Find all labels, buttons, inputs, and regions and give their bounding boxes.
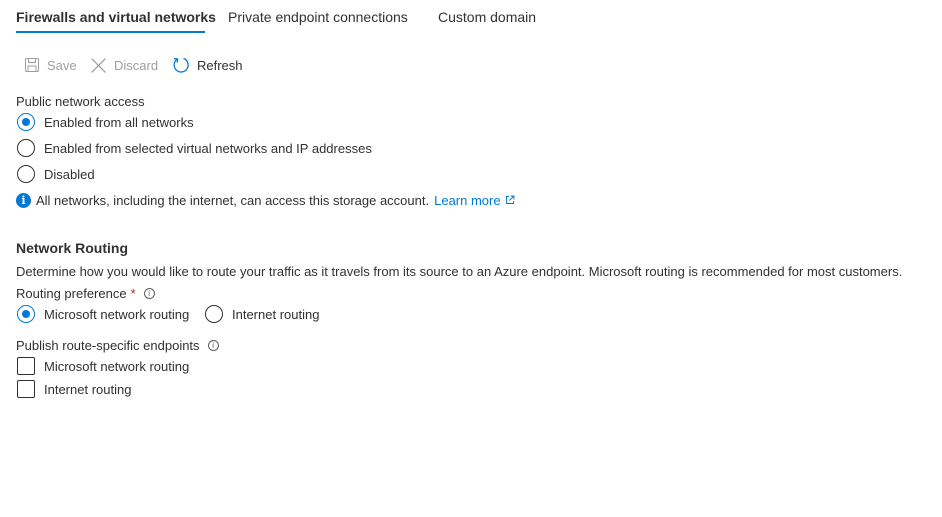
- network-routing-heading: Network Routing: [16, 240, 128, 256]
- radio-button[interactable]: [17, 139, 35, 157]
- learn-more-link[interactable]: Learn more: [434, 192, 515, 208]
- radio-label: Internet routing: [232, 306, 320, 322]
- save-icon: [25, 58, 39, 72]
- checkbox[interactable]: [17, 357, 35, 375]
- save-button[interactable]: Save: [24, 55, 77, 75]
- learn-more-label: Learn more: [434, 192, 501, 208]
- info-icon: i: [16, 192, 31, 208]
- tab-private-endpoints[interactable]: Private endpoint connections: [228, 9, 408, 25]
- radio-label: Enabled from all networks: [44, 114, 194, 130]
- info-message: i All networks, including the internet, …: [16, 190, 515, 210]
- discard-label: Discard: [114, 57, 159, 73]
- tab-firewalls[interactable]: Firewalls and virtual networks: [16, 9, 216, 25]
- radio-label: Disabled: [44, 166, 95, 182]
- close-icon: [91, 57, 106, 73]
- info-tooltip-icon[interactable]: i: [143, 288, 155, 299]
- info-text: All networks, including the internet, ca…: [36, 192, 430, 208]
- radio-button-checked[interactable]: [17, 305, 35, 323]
- radio-enabled-all-networks[interactable]: Enabled from all networks: [17, 112, 194, 132]
- checkbox-microsoft-routing[interactable]: Microsoft network routing: [17, 356, 189, 376]
- refresh-button[interactable]: Refresh: [172, 55, 243, 75]
- public-access-label: Public network access: [16, 94, 145, 109]
- publish-endpoints-label: Publish route-specific endpoints i: [16, 338, 219, 353]
- external-link-icon: [505, 195, 515, 204]
- refresh-label: Refresh: [197, 57, 243, 73]
- radio-button[interactable]: [17, 165, 35, 183]
- tab-custom-domain[interactable]: Custom domain: [438, 9, 536, 25]
- radio-label: Enabled from selected virtual networks a…: [44, 140, 372, 156]
- checkbox-label: Internet routing: [44, 381, 132, 397]
- radio-disabled[interactable]: Disabled: [17, 164, 95, 184]
- save-label: Save: [47, 57, 77, 73]
- checkbox-internet-routing[interactable]: Internet routing: [17, 379, 131, 399]
- radio-microsoft-routing[interactable]: Microsoft network routing: [17, 304, 189, 324]
- routing-preference-text: Routing preference: [16, 286, 127, 301]
- radio-enabled-selected-networks[interactable]: Enabled from selected virtual networks a…: [17, 138, 372, 158]
- active-tab-indicator: [16, 31, 205, 33]
- info-tooltip-icon[interactable]: i: [207, 340, 219, 351]
- checkbox[interactable]: [17, 380, 35, 398]
- routing-preference-label: Routing preference * i: [16, 286, 155, 301]
- radio-button[interactable]: [205, 305, 223, 323]
- checkbox-label: Microsoft network routing: [44, 358, 190, 374]
- radio-button-checked[interactable]: [17, 113, 35, 131]
- required-indicator: *: [130, 286, 136, 301]
- routing-description: Determine how you would like to route yo…: [16, 264, 903, 279]
- radio-internet-routing[interactable]: Internet routing: [205, 304, 319, 324]
- refresh-icon: [173, 57, 189, 73]
- radio-label: Microsoft network routing: [44, 306, 190, 322]
- discard-button[interactable]: Discard: [90, 55, 158, 75]
- publish-endpoints-text: Publish route-specific endpoints: [16, 338, 200, 353]
